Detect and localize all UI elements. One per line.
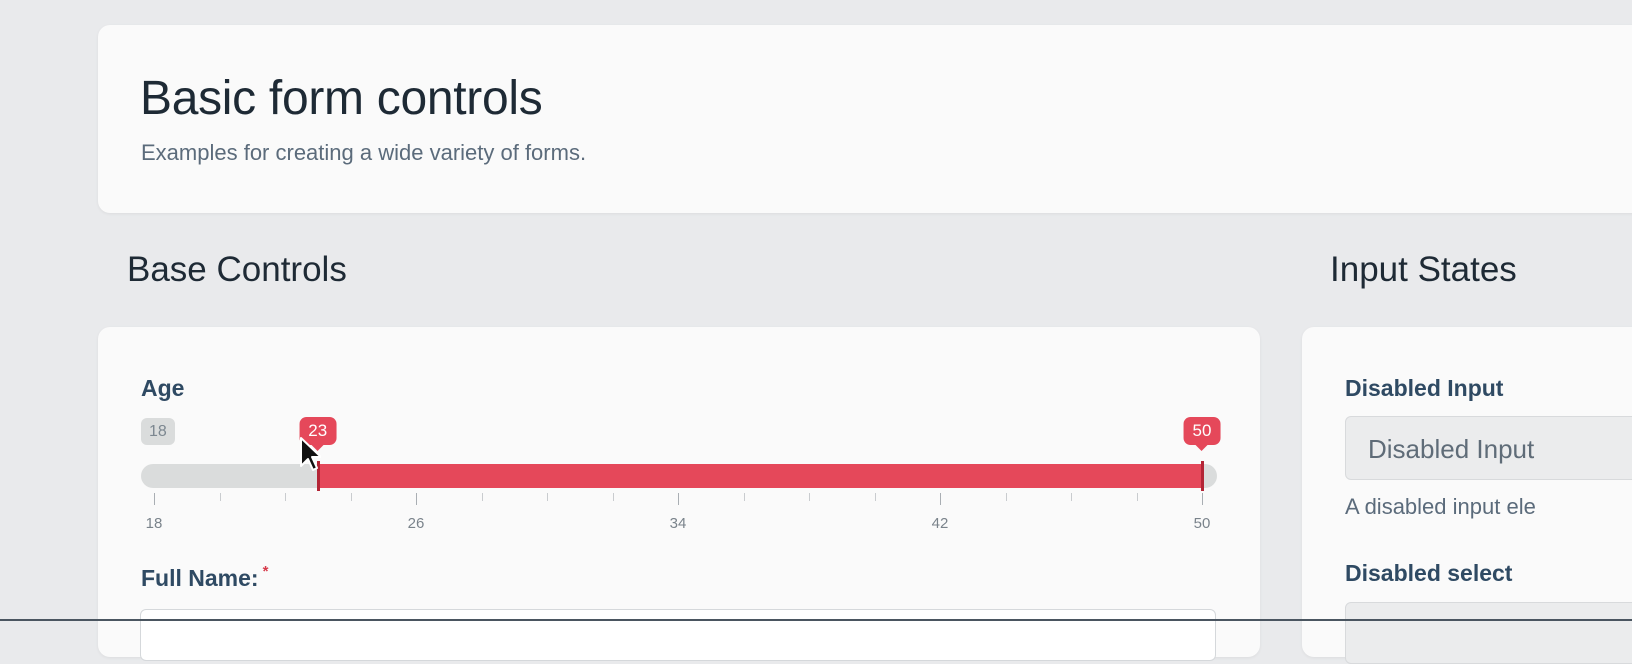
disabled-input: Disabled Input — [1345, 416, 1632, 480]
slider-major-tick — [678, 493, 679, 505]
slider-tick-label: 50 — [1193, 515, 1211, 532]
page-header-card: Basic form controls Examples for creatin… — [98, 25, 1632, 213]
slider-handle-high[interactable] — [1201, 461, 1204, 491]
slider-major-tick — [416, 493, 417, 505]
slider-minor-tick — [481, 493, 483, 501]
slider-scale: 18 26 34 42 50 — [141, 493, 1217, 533]
base-controls-card: Age 18 23 50 18 26 34 42 50 Full Name: * — [98, 327, 1260, 661]
disabled-input-help-text: A disabled input ele — [1345, 494, 1536, 519]
disabled-select — [1345, 602, 1632, 664]
slider-minor-tick — [219, 493, 221, 501]
page-title: Basic form controls — [140, 72, 543, 125]
slider-minor-tick — [547, 493, 548, 501]
section-heading-base-controls: Base Controls — [127, 250, 347, 289]
required-asterisk: * — [262, 563, 269, 580]
slider-min-badge: 18 — [141, 418, 175, 445]
slider-tick-label: 42 — [931, 515, 949, 532]
slider-minor-tick — [874, 493, 876, 501]
slider-minor-tick — [1136, 493, 1138, 501]
age-label: Age — [141, 375, 185, 401]
full-name-label-text: Full Name: — [141, 565, 259, 591]
slider-major-tick — [940, 493, 941, 505]
slider-minor-tick — [1071, 493, 1072, 501]
disabled-select-label: Disabled select — [1345, 560, 1513, 586]
slider-high-value-bubble: 50 — [1183, 417, 1221, 451]
mouse-pointer-icon — [300, 437, 321, 471]
slider-major-tick — [154, 493, 155, 505]
slider-minor-tick — [285, 493, 286, 501]
slider-major-tick — [1202, 493, 1203, 505]
page-subtitle: Examples for creating a wide variety of … — [141, 140, 587, 165]
slider-tick-label: 26 — [407, 515, 425, 532]
slider-minor-tick — [1005, 493, 1007, 501]
age-range-slider[interactable]: 18 23 50 18 26 34 42 50 — [141, 417, 1221, 537]
slider-tick-label: 34 — [669, 515, 687, 532]
slider-tick-label: 18 — [145, 515, 163, 532]
full-name-input[interactable] — [140, 609, 1216, 661]
section-heading-input-states: Input States — [1330, 250, 1517, 289]
slider-minor-tick — [743, 493, 745, 501]
bottom-divider — [0, 619, 1632, 621]
slider-minor-tick — [809, 493, 810, 501]
slider-minor-tick — [612, 493, 614, 501]
full-name-label: Full Name: * — [141, 563, 269, 592]
slider-selected-range[interactable] — [317, 464, 1202, 488]
input-states-card: Disabled Input Disabled Input A disabled… — [1302, 327, 1632, 664]
disabled-input-label: Disabled Input — [1345, 375, 1504, 401]
slider-minor-tick — [350, 493, 352, 501]
